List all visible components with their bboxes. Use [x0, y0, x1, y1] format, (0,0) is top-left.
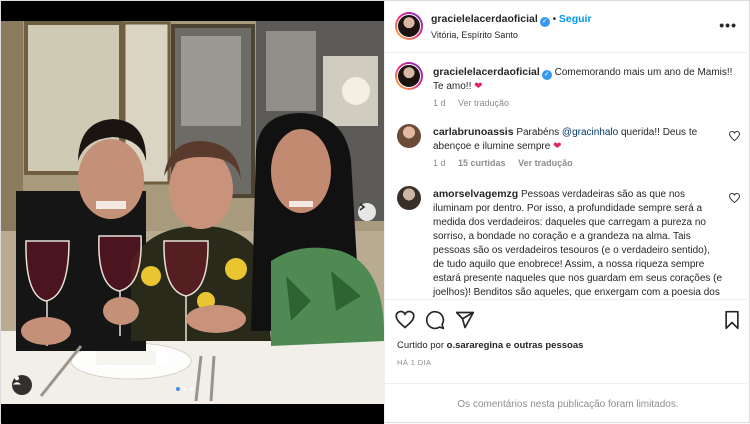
chevron-right-icon — [359, 203, 366, 211]
comment-username[interactable]: amorselvagemzg — [433, 188, 518, 200]
post-header: gracielelacerdaoficial ✓ • Seguir Vitória… — [385, 1, 750, 53]
verified-badge-icon: ✓ — [539, 17, 550, 27]
liked-by-others[interactable]: e outras pessoas — [506, 340, 584, 351]
next-photo-button[interactable] — [358, 203, 376, 221]
translate-link[interactable]: Ver tradução — [518, 158, 573, 168]
post-timestamp: HÁ 1 DIA — [397, 358, 432, 367]
commenter-avatar[interactable] — [397, 124, 421, 148]
carousel-dot-active — [176, 387, 180, 391]
comment-item: amorselvagemzg Pessoas verdadeiras são a… — [433, 187, 723, 299]
bookmark-icon[interactable] — [722, 310, 742, 330]
red-heart-emoji: ❤ — [553, 141, 562, 152]
post-location[interactable]: Vitória, Espírito Santo — [431, 30, 518, 40]
share-icon[interactable] — [455, 310, 475, 330]
liked-by-line: Curtido por o.sararegina e outras pessoa… — [397, 340, 583, 351]
carousel-dot — [190, 387, 194, 391]
more-options-icon[interactable]: ••• — [719, 17, 737, 33]
comment-item: carlabrunoassis Parabéns @gracinhalo que… — [433, 125, 723, 168]
comment-time: 1 d — [433, 158, 446, 168]
caption-time: 1 d — [433, 98, 446, 108]
comment-mention[interactable]: @gracinhalo — [562, 127, 618, 138]
comments-limited-notice: Os comentários nesta publicação foram li… — [385, 383, 750, 424]
author-username[interactable]: gracielelacerdaoficial — [431, 13, 538, 25]
caption-author-avatar[interactable] — [395, 62, 423, 90]
carousel-indicator — [176, 387, 194, 391]
caption: gracielelacerdaoficial ✓ Comemorando mais… — [433, 65, 733, 108]
user-tag-icon — [13, 376, 21, 385]
comments-section[interactable]: gracielelacerdaoficial ✓ Comemorando mais… — [385, 53, 750, 299]
liked-by-prefix: Curtido por — [397, 340, 444, 351]
follow-button[interactable]: Seguir — [559, 13, 592, 25]
commenter-avatar[interactable] — [397, 186, 421, 210]
author-line: gracielelacerdaoficial ✓ • Seguir — [431, 13, 592, 27]
post-actions-bar — [385, 299, 750, 339]
liked-by-user[interactable]: o.sararegina — [447, 340, 504, 351]
comment-username[interactable]: carlabrunoassis — [433, 126, 514, 138]
verified-badge-icon: ✓ — [541, 70, 552, 80]
comment-icon[interactable] — [425, 310, 445, 330]
user-tag-button[interactable] — [12, 375, 32, 395]
translate-link[interactable]: Ver tradução — [458, 98, 509, 108]
comment-meta: 1 d 15 curtidas Ver tradução — [433, 158, 723, 168]
comment-text: Pessoas verdadeiras são as que nos ilumi… — [433, 189, 723, 298]
heart-icon[interactable] — [729, 131, 740, 141]
red-heart-emoji: ❤ — [474, 81, 483, 92]
instagram-post-modal: gracielelacerdaoficial ✓ • Seguir Vitória… — [0, 0, 750, 424]
photo-illustration — [1, 1, 384, 424]
caption-meta: 1 d Ver tradução — [433, 98, 733, 108]
post-photo[interactable] — [1, 1, 384, 424]
heart-icon[interactable] — [395, 310, 415, 330]
comment-text-before: Parabéns — [516, 127, 560, 138]
carousel-dot — [183, 387, 187, 391]
caption-username[interactable]: gracielelacerdaoficial — [433, 66, 540, 78]
heart-icon[interactable] — [729, 193, 740, 203]
comment-likes[interactable]: 15 curtidas — [458, 158, 506, 168]
author-avatar[interactable] — [395, 12, 423, 40]
post-details-panel: gracielelacerdaoficial ✓ • Seguir Vitória… — [384, 1, 750, 424]
